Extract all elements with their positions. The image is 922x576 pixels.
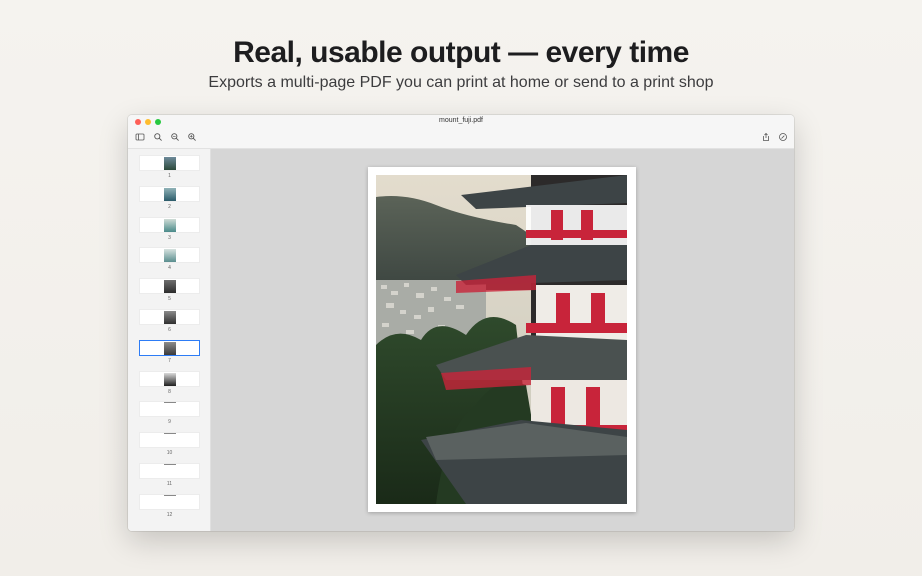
pdf-page [368,167,636,512]
pdf-viewer-window: mount_fuji.pdf 1 2 3 4 5 6 7 8 9 10 11 12 [128,115,794,531]
page-thumbnail[interactable] [139,309,200,325]
thumbnail-page-number: 8 [168,388,171,395]
thumbnail-image [164,218,176,232]
thumbnail-page-number: 6 [168,327,171,333]
title-bar: mount_fuji.pdf [128,115,794,149]
page-thumbnail[interactable] [139,185,200,202]
thumbnail-image [164,249,176,263]
page-thumbnail[interactable] [139,247,200,264]
thumbnail-image [164,187,176,201]
thumbnail-image [164,341,176,355]
markup-icon[interactable] [778,132,788,142]
thumbnail-page-number: 12 [166,511,173,518]
page-thumbnail[interactable] [139,216,200,233]
zoom-out-icon[interactable] [170,132,180,142]
thumbnail-page-number: 11 [166,481,173,487]
thumbnail-image [164,157,176,170]
thumbnail-blank-content [164,433,176,435]
search-icon[interactable] [153,132,163,142]
thumbnail-sidebar: 1 2 3 4 5 6 7 8 9 10 11 12 [128,149,211,531]
thumbnail-page-number: 7 [168,357,171,364]
page-headline: Real, usable output — every time [233,36,689,69]
thumbnail-page-number: 4 [168,265,171,272]
thumbnail-page-number: 2 [168,203,171,210]
page-subheadline: Exports a multi-page PDF you can print a… [208,74,714,91]
thumbnail-page-number: 1 [168,173,171,179]
page-thumbnail[interactable] [139,370,200,387]
window-title: mount_fuji.pdf [439,117,483,124]
thumbnail-image [164,372,176,386]
thumbnail-page-number: 5 [168,296,171,303]
thumbnail-page-number: 10 [166,450,173,457]
page-thumbnail[interactable] [139,432,200,449]
page-thumbnail[interactable] [139,155,200,171]
page-thumbnail[interactable] [139,493,200,510]
thumbnail-blank-content [164,494,176,496]
page-thumbnail[interactable] [139,463,200,479]
thumbnail-image [164,280,176,294]
zoom-in-icon[interactable] [187,132,197,142]
thumbnail-page-number: 3 [168,234,171,241]
page-thumbnail[interactable] [139,278,200,295]
pagoda-photo [376,175,627,504]
thumbnail-page-number: 9 [168,419,171,426]
document-canvas [211,149,794,531]
thumbnail-blank-content [164,402,176,404]
thumbnail-image [164,311,176,324]
sidebar-toggle-icon[interactable] [135,132,145,142]
thumbnail-blank-content [164,464,176,465]
page-thumbnail[interactable] [139,401,200,418]
page-thumbnail[interactable] [139,339,200,356]
share-icon[interactable] [761,132,771,142]
